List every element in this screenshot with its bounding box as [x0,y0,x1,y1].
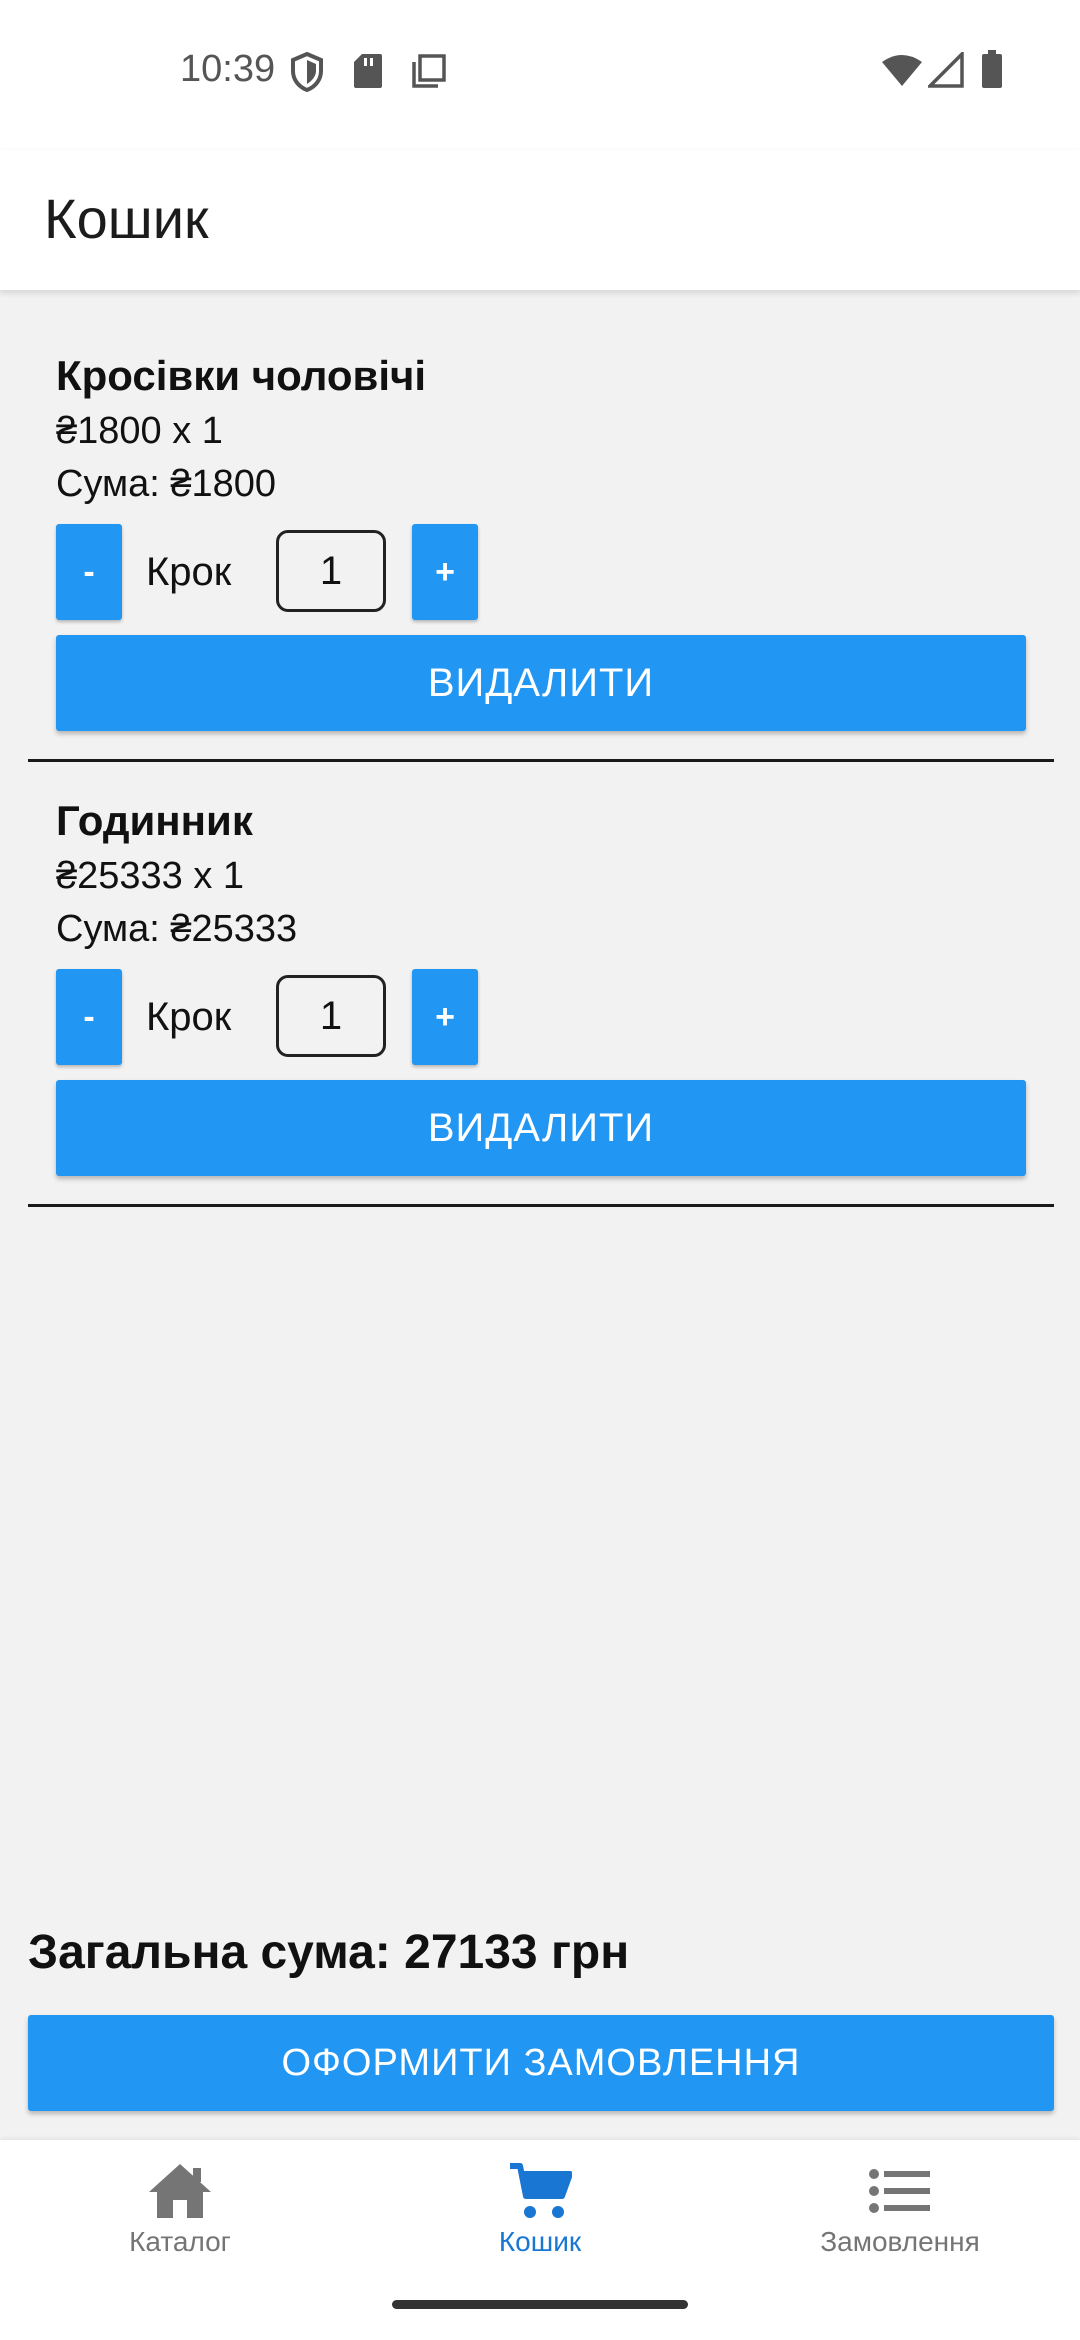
item-price-line: ₴1800 x 1 [56,410,223,452]
battery-icon [982,50,1002,88]
quantity-field[interactable]: 1 [276,975,386,1057]
home-icon [149,2164,211,2218]
item-name: Кросівки чоловічі [56,352,427,399]
cart-icon [510,2163,572,2218]
page-title: Кошик [44,187,209,250]
quantity-field[interactable]: 1 [276,530,386,612]
nav-item-cart[interactable]: Кошик [360,2140,720,2300]
app-bar: Кошик [0,150,1080,290]
bottom-navigation: Каталог Кошик Замовлення [0,2140,1080,2340]
increase-button[interactable]: + [412,524,478,620]
decrease-button[interactable]: - [56,524,122,620]
copy-icon [412,54,446,88]
decrease-button[interactable]: - [56,969,122,1065]
list-icon [869,2169,930,2213]
step-label: Крок [146,995,232,1039]
item-sum-line: Сума: ₴1800 [56,463,277,505]
checkout-button[interactable]: ОФОРМИТИ ЗАМОВЛЕННЯ [28,2015,1054,2111]
nav-label: Кошик [498,2226,582,2257]
increase-button[interactable]: + [412,969,478,1065]
cart-item: Годинник ₴25333 x 1 Сума: ₴25333 - Крок … [28,775,1054,1207]
sd-card-icon [354,54,382,88]
nav-item-orders[interactable]: Замовлення [720,2140,1080,2300]
wifi-icon [882,55,922,86]
nav-item-catalog[interactable]: Каталог [0,2140,360,2300]
step-label: Крок [146,550,232,594]
nav-label: Каталог [129,2226,231,2257]
delete-button[interactable]: ВИДАЛИТИ [56,1080,1026,1176]
status-time: 10:39 [180,48,276,90]
total-sum: Загальна сума: 27133 грн [28,1926,630,1979]
item-price-line: ₴25333 x 1 [56,855,245,897]
cart-item: Кросівки чоловічі ₴1800 x 1 Сума: ₴1800 … [28,330,1054,762]
item-sum-line: Сума: ₴25333 [56,908,298,950]
signal-icon [928,52,964,88]
delete-button[interactable]: ВИДАЛИТИ [56,635,1026,731]
home-indicator[interactable] [392,2300,688,2309]
item-name: Годинник [56,797,253,844]
status-bar: 10:39 [0,0,1080,150]
shield-icon [291,52,323,92]
nav-label: Замовлення [820,2226,980,2257]
